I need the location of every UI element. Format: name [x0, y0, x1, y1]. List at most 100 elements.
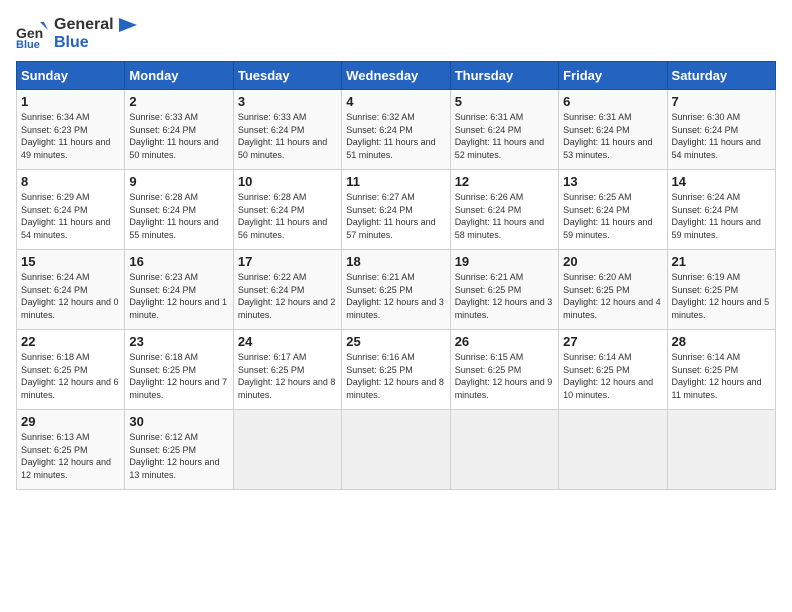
calendar-cell: 3 Sunrise: 6:33 AMSunset: 6:24 PMDaylight…: [233, 90, 341, 170]
calendar-cell: 27 Sunrise: 6:14 AMSunset: 6:25 PMDayligh…: [559, 330, 667, 410]
logo-general: General: [54, 16, 114, 33]
calendar-cell: 22 Sunrise: 6:18 AMSunset: 6:25 PMDayligh…: [17, 330, 125, 410]
day-info: Sunrise: 6:15 AMSunset: 6:25 PMDaylight:…: [455, 351, 554, 401]
day-info: Sunrise: 6:24 AMSunset: 6:24 PMDaylight:…: [672, 191, 771, 241]
day-info: Sunrise: 6:33 AMSunset: 6:24 PMDaylight:…: [238, 111, 337, 161]
day-info: Sunrise: 6:28 AMSunset: 6:24 PMDaylight:…: [129, 191, 228, 241]
col-header-friday: Friday: [559, 62, 667, 90]
day-info: Sunrise: 6:31 AMSunset: 6:24 PMDaylight:…: [455, 111, 554, 161]
day-info: Sunrise: 6:14 AMSunset: 6:25 PMDaylight:…: [672, 351, 771, 401]
calendar-cell: [559, 410, 667, 490]
header-row: SundayMondayTuesdayWednesdayThursdayFrid…: [17, 62, 776, 90]
day-info: Sunrise: 6:22 AMSunset: 6:24 PMDaylight:…: [238, 271, 337, 321]
day-number: 1: [21, 94, 120, 109]
calendar-cell: 19 Sunrise: 6:21 AMSunset: 6:25 PMDayligh…: [450, 250, 558, 330]
day-info: Sunrise: 6:25 AMSunset: 6:24 PMDaylight:…: [563, 191, 662, 241]
calendar-cell: [667, 410, 775, 490]
col-header-wednesday: Wednesday: [342, 62, 450, 90]
calendar-cell: 17 Sunrise: 6:22 AMSunset: 6:24 PMDayligh…: [233, 250, 341, 330]
day-info: Sunrise: 6:19 AMSunset: 6:25 PMDaylight:…: [672, 271, 771, 321]
day-info: Sunrise: 6:29 AMSunset: 6:24 PMDaylight:…: [21, 191, 120, 241]
calendar-cell: 2 Sunrise: 6:33 AMSunset: 6:24 PMDaylight…: [125, 90, 233, 170]
day-info: Sunrise: 6:20 AMSunset: 6:25 PMDaylight:…: [563, 271, 662, 321]
day-number: 2: [129, 94, 228, 109]
calendar-cell: 14 Sunrise: 6:24 AMSunset: 6:24 PMDayligh…: [667, 170, 775, 250]
calendar-cell: 15 Sunrise: 6:24 AMSunset: 6:24 PMDayligh…: [17, 250, 125, 330]
calendar-cell: [450, 410, 558, 490]
day-number: 29: [21, 414, 120, 429]
svg-text:Blue: Blue: [16, 39, 40, 50]
day-number: 6: [563, 94, 662, 109]
day-number: 24: [238, 334, 337, 349]
col-header-tuesday: Tuesday: [233, 62, 341, 90]
calendar-cell: 11Sunrise: 6:27 AMSunset: 6:24 PMDayligh…: [342, 170, 450, 250]
week-row-4: 22 Sunrise: 6:18 AMSunset: 6:25 PMDayligh…: [17, 330, 776, 410]
calendar-cell: 28Sunrise: 6:14 AMSunset: 6:25 PMDayligh…: [667, 330, 775, 410]
day-number: 26: [455, 334, 554, 349]
day-number: 10: [238, 174, 337, 189]
day-info: Sunrise: 6:27 AMSunset: 6:24 PMDaylight:…: [346, 191, 445, 241]
header: Gen Blue General Blue: [16, 16, 776, 51]
calendar-cell: 10 Sunrise: 6:28 AMSunset: 6:24 PMDayligh…: [233, 170, 341, 250]
calendar-cell: 5Sunrise: 6:31 AMSunset: 6:24 PMDaylight…: [450, 90, 558, 170]
calendar-cell: 8 Sunrise: 6:29 AMSunset: 6:24 PMDaylight…: [17, 170, 125, 250]
day-number: 3: [238, 94, 337, 109]
day-number: 16: [129, 254, 228, 269]
day-info: Sunrise: 6:21 AMSunset: 6:25 PMDaylight:…: [346, 271, 445, 321]
day-number: 23: [129, 334, 228, 349]
calendar-cell: [233, 410, 341, 490]
week-row-1: 1 Sunrise: 6:34 AMSunset: 6:23 PMDaylight…: [17, 90, 776, 170]
day-info: Sunrise: 6:17 AMSunset: 6:25 PMDaylight:…: [238, 351, 337, 401]
calendar-cell: 24 Sunrise: 6:17 AMSunset: 6:25 PMDayligh…: [233, 330, 341, 410]
day-info: Sunrise: 6:14 AMSunset: 6:25 PMDaylight:…: [563, 351, 662, 401]
calendar-cell: 18 Sunrise: 6:21 AMSunset: 6:25 PMDayligh…: [342, 250, 450, 330]
day-info: Sunrise: 6:34 AMSunset: 6:23 PMDaylight:…: [21, 111, 120, 161]
day-number: 12: [455, 174, 554, 189]
week-row-3: 15 Sunrise: 6:24 AMSunset: 6:24 PMDayligh…: [17, 250, 776, 330]
col-header-monday: Monday: [125, 62, 233, 90]
logo-icon: Gen Blue: [16, 18, 48, 50]
calendar-cell: 20Sunrise: 6:20 AMSunset: 6:25 PMDayligh…: [559, 250, 667, 330]
day-info: Sunrise: 6:18 AMSunset: 6:25 PMDaylight:…: [21, 351, 120, 401]
day-info: Sunrise: 6:21 AMSunset: 6:25 PMDaylight:…: [455, 271, 554, 321]
day-number: 22: [21, 334, 120, 349]
day-number: 18: [346, 254, 445, 269]
calendar-cell: 30Sunrise: 6:12 AMSunset: 6:25 PMDayligh…: [125, 410, 233, 490]
week-row-2: 8 Sunrise: 6:29 AMSunset: 6:24 PMDaylight…: [17, 170, 776, 250]
day-number: 17: [238, 254, 337, 269]
col-header-thursday: Thursday: [450, 62, 558, 90]
logo: Gen Blue General Blue: [16, 16, 137, 51]
calendar-cell: 16Sunrise: 6:23 AMSunset: 6:24 PMDayligh…: [125, 250, 233, 330]
day-number: 15: [21, 254, 120, 269]
day-number: 4: [346, 94, 445, 109]
day-number: 25: [346, 334, 445, 349]
calendar-cell: 12Sunrise: 6:26 AMSunset: 6:24 PMDayligh…: [450, 170, 558, 250]
day-number: 21: [672, 254, 771, 269]
calendar-cell: 6Sunrise: 6:31 AMSunset: 6:24 PMDaylight…: [559, 90, 667, 170]
calendar-cell: [342, 410, 450, 490]
calendar-cell: 21 Sunrise: 6:19 AMSunset: 6:25 PMDayligh…: [667, 250, 775, 330]
day-info: Sunrise: 6:16 AMSunset: 6:25 PMDaylight:…: [346, 351, 445, 401]
day-number: 9: [129, 174, 228, 189]
day-info: Sunrise: 6:28 AMSunset: 6:24 PMDaylight:…: [238, 191, 337, 241]
day-number: 8: [21, 174, 120, 189]
calendar-cell: 29Sunrise: 6:13 AMSunset: 6:25 PMDayligh…: [17, 410, 125, 490]
col-header-sunday: Sunday: [17, 62, 125, 90]
calendar-cell: 9 Sunrise: 6:28 AMSunset: 6:24 PMDaylight…: [125, 170, 233, 250]
day-number: 27: [563, 334, 662, 349]
calendar-cell: 26 Sunrise: 6:15 AMSunset: 6:25 PMDayligh…: [450, 330, 558, 410]
calendar-table: SundayMondayTuesdayWednesdayThursdayFrid…: [16, 61, 776, 490]
day-info: Sunrise: 6:32 AMSunset: 6:24 PMDaylight:…: [346, 111, 445, 161]
day-info: Sunrise: 6:30 AMSunset: 6:24 PMDaylight:…: [672, 111, 771, 161]
logo-blue: Blue: [54, 34, 137, 52]
day-info: Sunrise: 6:24 AMSunset: 6:24 PMDaylight:…: [21, 271, 120, 321]
calendar-cell: 4 Sunrise: 6:32 AMSunset: 6:24 PMDaylight…: [342, 90, 450, 170]
day-number: 14: [672, 174, 771, 189]
col-header-saturday: Saturday: [667, 62, 775, 90]
day-number: 19: [455, 254, 554, 269]
day-info: Sunrise: 6:33 AMSunset: 6:24 PMDaylight:…: [129, 111, 228, 161]
day-number: 7: [672, 94, 771, 109]
logo-chevron-icon: [119, 18, 137, 32]
calendar-cell: 7 Sunrise: 6:30 AMSunset: 6:24 PMDaylight…: [667, 90, 775, 170]
calendar-cell: 1 Sunrise: 6:34 AMSunset: 6:23 PMDaylight…: [17, 90, 125, 170]
